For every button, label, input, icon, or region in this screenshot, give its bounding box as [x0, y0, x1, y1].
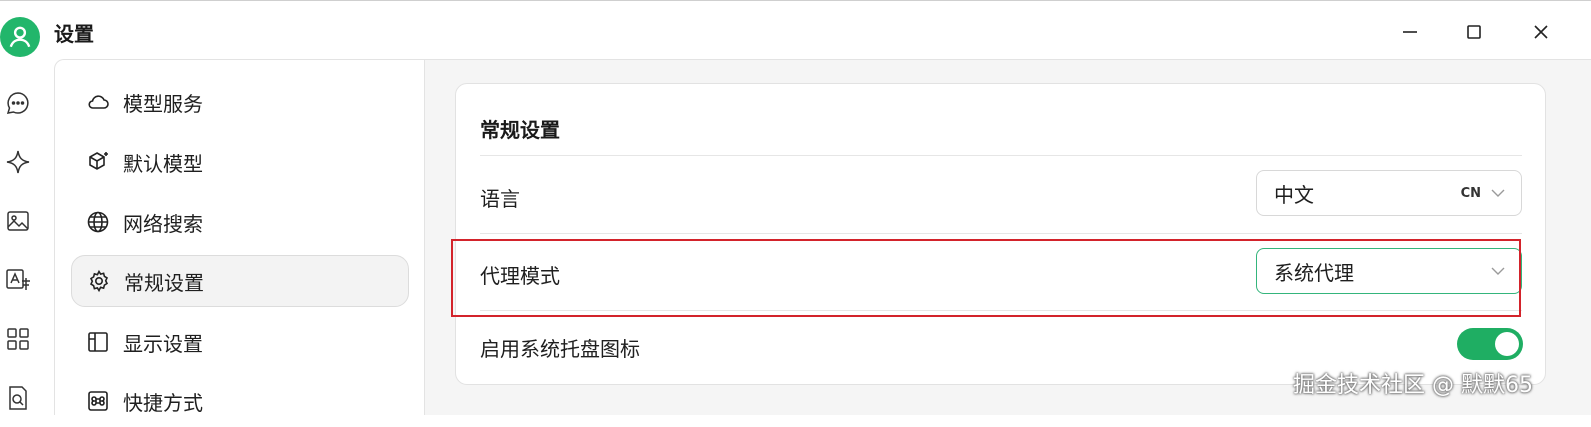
user-avatar[interactable]	[0, 17, 40, 57]
sidebar-item-label: 快捷方式	[123, 390, 203, 415]
language-tag: CN	[1460, 185, 1481, 201]
sidebar-item-general-settings[interactable]: 常规设置	[71, 255, 409, 307]
apps-icon[interactable]	[5, 326, 31, 352]
tray-icon-label: 启用系统托盘图标	[480, 337, 640, 361]
sidebar-item-label: 模型服务	[123, 91, 203, 116]
user-icon	[9, 26, 31, 48]
globe-icon	[85, 209, 111, 235]
chevron-down-icon	[1491, 189, 1505, 197]
toggle-knob	[1495, 332, 1519, 356]
minimize-icon	[1403, 31, 1417, 33]
sidebar-item-shortcuts[interactable]: 快捷方式	[71, 375, 409, 427]
general-settings-card: 常规设置 语言 中文 CN 代理模式 系统代理 启用系统托盘图标	[455, 83, 1546, 385]
divider	[480, 155, 1522, 156]
sidebar-item-web-search[interactable]: 网络搜索	[71, 196, 409, 248]
settings-nav: 模型服务 默认模型 网络搜索 常规设置 显示设置 快捷方式	[54, 59, 425, 415]
close-button[interactable]	[1526, 17, 1556, 47]
title-bar: 设置	[0, 0, 1591, 59]
maximize-icon	[1467, 25, 1481, 39]
sidebar-item-label: 默认模型	[123, 151, 203, 176]
sidebar-item-display-settings[interactable]: 显示设置	[71, 316, 409, 368]
window-title: 设置	[54, 22, 94, 46]
tray-icon-toggle[interactable]	[1457, 328, 1523, 360]
sidebar-item-label: 常规设置	[124, 270, 204, 295]
language-value: 中文	[1274, 182, 1314, 207]
watermark: 掘金技术社区 @ 默默65	[1293, 373, 1533, 398]
highlight-box	[451, 239, 1521, 317]
chat-icon[interactable]	[5, 90, 31, 116]
language-label: 语言	[480, 187, 520, 211]
image-icon[interactable]	[5, 208, 31, 234]
divider	[480, 233, 1522, 234]
command-icon	[85, 388, 111, 414]
settings-content: 常规设置 语言 中文 CN 代理模式 系统代理 启用系统托盘图标	[425, 59, 1591, 415]
translate-icon[interactable]	[5, 267, 31, 293]
layout-icon	[85, 329, 111, 355]
minimize-button[interactable]	[1395, 17, 1425, 47]
cloud-icon	[85, 89, 111, 115]
section-title: 常规设置	[480, 118, 560, 142]
sidebar-item-default-model[interactable]: 默认模型	[71, 136, 409, 188]
icon-rail	[0, 59, 54, 415]
sidebar-item-model-service[interactable]: 模型服务	[71, 76, 409, 128]
sidebar-item-label: 显示设置	[123, 331, 203, 356]
close-icon	[1534, 25, 1548, 39]
maximize-button[interactable]	[1459, 17, 1489, 47]
sidebar-item-label: 网络搜索	[123, 211, 203, 236]
gear-icon	[86, 268, 112, 294]
file-search-icon[interactable]	[5, 385, 31, 411]
cube-sparkle-icon	[85, 149, 111, 175]
language-select[interactable]: 中文 CN	[1256, 170, 1522, 216]
sparkle-icon[interactable]	[5, 149, 31, 175]
